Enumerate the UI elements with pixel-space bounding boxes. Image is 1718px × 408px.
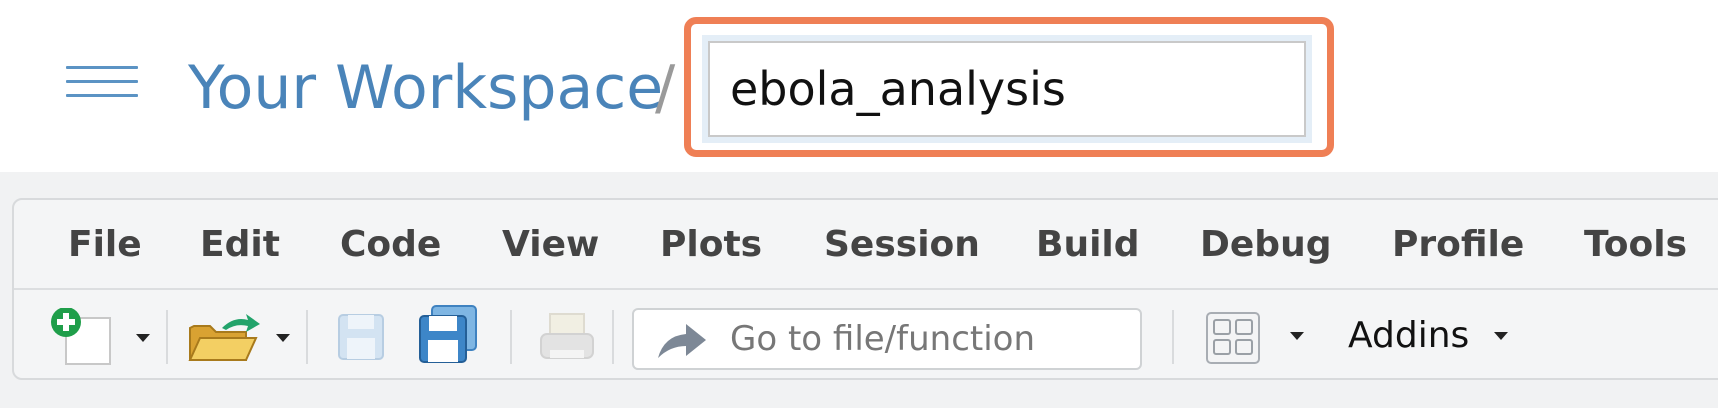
menu-profile[interactable]: Profile — [1392, 220, 1524, 270]
addins-dropdown-icon[interactable] — [1494, 332, 1508, 340]
project-name-field-wrapper — [702, 35, 1312, 143]
print-button[interactable] — [538, 310, 596, 366]
save-all-icon — [419, 305, 477, 363]
hamburger-menu-icon[interactable] — [66, 62, 138, 98]
toolbar: Addins — [14, 290, 1718, 378]
menu-code[interactable]: Code — [340, 220, 441, 270]
open-file-dropdown-icon[interactable] — [276, 334, 290, 342]
goto-file-function-box[interactable] — [632, 308, 1142, 370]
workspace-header: Your Workspace / — [0, 0, 1718, 172]
pane-layout-dropdown-icon[interactable] — [1290, 332, 1304, 340]
goto-arrow-icon — [658, 324, 706, 358]
breadcrumb-separator: / — [655, 53, 676, 123]
new-file-dropdown-icon[interactable] — [136, 334, 150, 342]
toolbar-separator — [166, 310, 168, 364]
toolbar-separator — [1172, 310, 1174, 364]
menu-session[interactable]: Session — [824, 220, 980, 270]
menu-debug[interactable]: Debug — [1200, 220, 1331, 270]
menu-plots[interactable]: Plots — [660, 220, 762, 270]
menu-bar: File Edit Code View Plots Session Build … — [14, 200, 1718, 290]
menu-file[interactable]: File — [68, 220, 142, 270]
toolbar-separator — [612, 310, 614, 364]
toolbar-separator — [306, 310, 308, 364]
open-folder-icon — [188, 314, 260, 361]
menu-build[interactable]: Build — [1036, 220, 1140, 270]
goto-file-function-input[interactable] — [730, 316, 1130, 362]
new-file-icon — [51, 307, 111, 365]
project-name-input[interactable] — [708, 41, 1306, 137]
menu-view[interactable]: View — [502, 220, 599, 270]
addins-menu[interactable]: Addins — [1348, 308, 1469, 364]
open-file-button[interactable] — [186, 310, 266, 366]
save-all-button[interactable] — [418, 304, 480, 364]
toolbar-separator — [510, 310, 512, 364]
ide-area: File Edit Code View Plots Session Build … — [0, 172, 1718, 408]
workspace-link[interactable]: Your Workspace — [188, 48, 663, 128]
menu-edit[interactable]: Edit — [200, 220, 280, 270]
ide-panel: File Edit Code View Plots Session Build … — [12, 198, 1718, 380]
pane-layout-button[interactable] — [1204, 310, 1262, 366]
menu-tools[interactable]: Tools — [1584, 220, 1687, 270]
grid-layout-icon — [1206, 312, 1260, 364]
save-button[interactable] — [336, 310, 386, 364]
save-icon — [338, 314, 384, 360]
new-file-button[interactable] — [48, 307, 128, 366]
print-icon — [540, 313, 594, 359]
